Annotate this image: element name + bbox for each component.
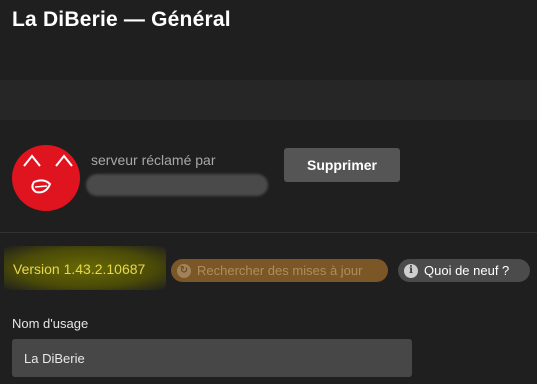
usage-name-input[interactable] bbox=[12, 339, 412, 377]
whats-new-label: Quoi de neuf ? bbox=[424, 263, 510, 278]
usage-name-label: Nom d'usage bbox=[12, 316, 89, 331]
refresh-icon: ↻ bbox=[177, 263, 191, 278]
delete-button[interactable]: Supprimer bbox=[284, 148, 400, 182]
claimed-by-label: serveur réclamé par bbox=[91, 152, 216, 168]
server-avatar-icon bbox=[10, 142, 80, 212]
divider bbox=[0, 232, 537, 233]
banner-area bbox=[0, 80, 537, 120]
whats-new-button[interactable]: i Quoi de neuf ? bbox=[398, 259, 530, 282]
settings-page: La DiBerie — Général serveur réclamé par… bbox=[0, 0, 537, 384]
info-icon: i bbox=[404, 263, 418, 278]
page-title: La DiBerie — Général bbox=[12, 8, 231, 31]
check-updates-label: Rechercher des mises à jour bbox=[197, 263, 363, 278]
redacted-username bbox=[86, 174, 268, 196]
check-updates-button[interactable]: ↻ Rechercher des mises à jour bbox=[171, 259, 388, 282]
version-label: Version 1.43.2.10687 bbox=[13, 261, 146, 277]
